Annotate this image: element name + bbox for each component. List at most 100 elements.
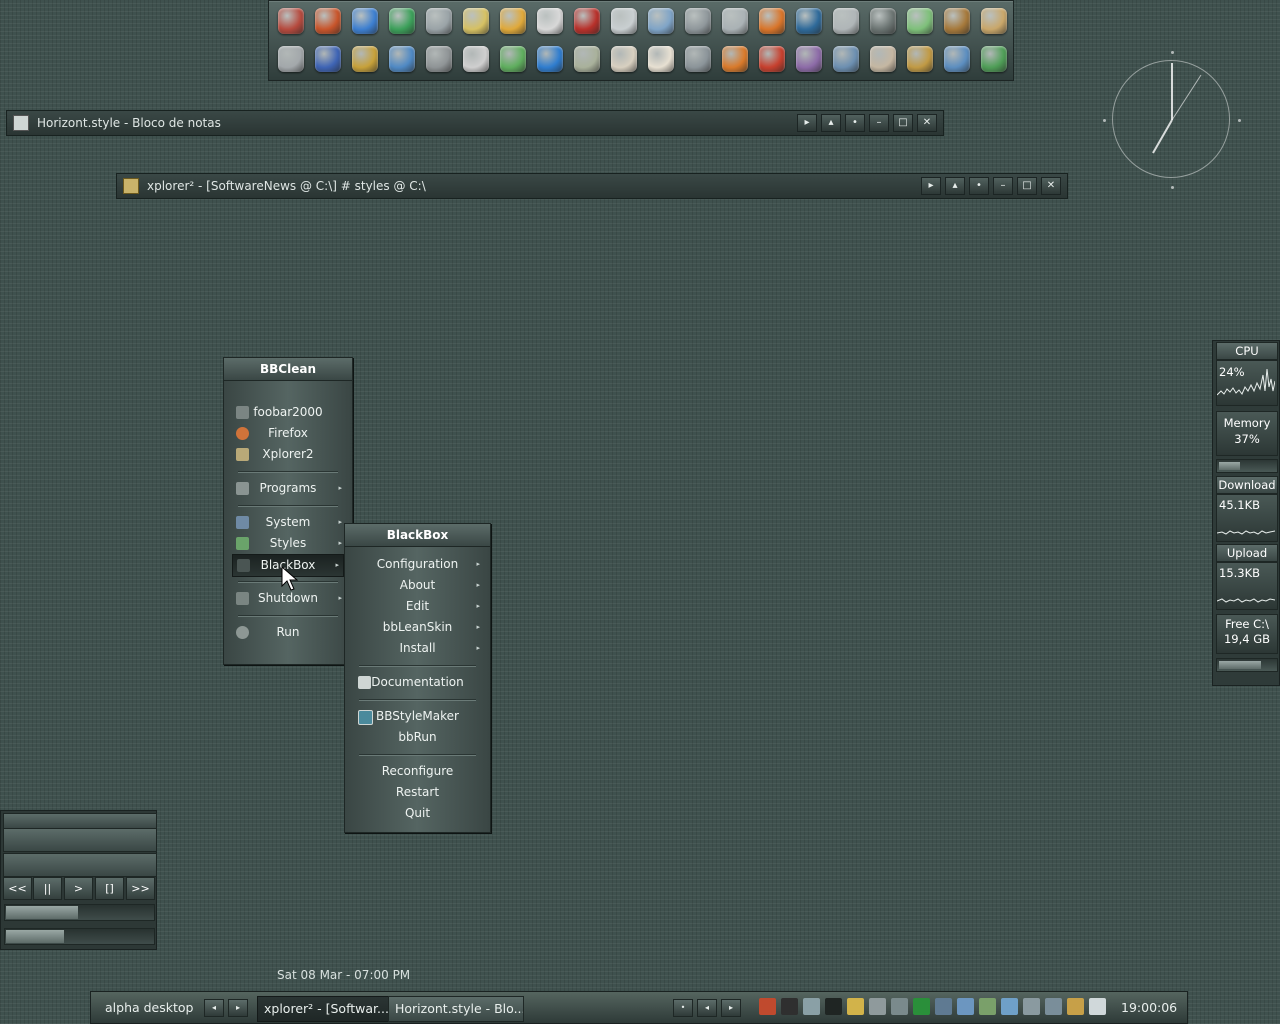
dock-bottom-app-icon-17[interactable] bbox=[865, 41, 901, 77]
task-xplorer[interactable]: xplorer² - [Softwar... bbox=[257, 996, 393, 1022]
dock-bottom-app-icon-11[interactable] bbox=[643, 41, 679, 77]
dock-bottom-app-icon-1[interactable] bbox=[273, 41, 309, 77]
minimize-button[interactable]: – bbox=[993, 177, 1013, 195]
dock-bottom-app-icon-15[interactable] bbox=[791, 41, 827, 77]
seek-slider[interactable] bbox=[4, 904, 155, 921]
dock-bottom-app-icon-14[interactable] bbox=[754, 41, 790, 77]
dock-bottom-app-icon-3[interactable] bbox=[347, 41, 383, 77]
pause-button[interactable]: || bbox=[33, 877, 62, 900]
dock-bottom-app-icon-4[interactable] bbox=[384, 41, 420, 77]
menu-item-xplorer2[interactable]: Xplorer2 bbox=[224, 444, 352, 465]
pin-button[interactable]: • bbox=[845, 114, 865, 132]
menu-item-about[interactable]: About ▸ bbox=[345, 575, 490, 596]
menu-item-install[interactable]: Install ▸ bbox=[345, 638, 490, 659]
dock-bottom-app-icon-5[interactable] bbox=[421, 41, 457, 77]
dock-top-app-icon-19[interactable] bbox=[939, 3, 975, 39]
menu-item-system[interactable]: System ▸ bbox=[224, 512, 352, 533]
menu-item-bbrun[interactable]: bbRun bbox=[345, 727, 490, 748]
dock-top-app-icon-20[interactable] bbox=[976, 3, 1012, 39]
dock-top-app-icon-10[interactable] bbox=[606, 3, 642, 39]
next-button[interactable]: ▸ bbox=[797, 114, 817, 132]
tray-icon-6[interactable] bbox=[869, 998, 886, 1015]
menu-item-configuration[interactable]: Configuration ▸ bbox=[345, 554, 490, 575]
tray-icon-12[interactable] bbox=[1001, 998, 1018, 1015]
menu-item-edit[interactable]: Edit ▸ bbox=[345, 596, 490, 617]
dock-top-app-icon-7[interactable] bbox=[495, 3, 531, 39]
task-prev-button[interactable]: ◂ bbox=[697, 999, 717, 1017]
dock-top-app-icon-2[interactable] bbox=[310, 3, 346, 39]
menu-item-run[interactable]: Run bbox=[224, 622, 352, 643]
dock-top-app-icon-17[interactable] bbox=[865, 3, 901, 39]
tray-icon-1[interactable] bbox=[759, 998, 776, 1015]
maximize-button[interactable]: □ bbox=[893, 114, 913, 132]
task-next-button[interactable]: ▸ bbox=[721, 999, 741, 1017]
minimize-button[interactable]: – bbox=[869, 114, 889, 132]
dock-bottom-app-icon-12[interactable] bbox=[680, 41, 716, 77]
notepad-window-titlebar[interactable]: Horizont.style - Bloco de notas ▸ ▴ • – … bbox=[6, 110, 944, 136]
tray-icon-15[interactable] bbox=[1067, 998, 1084, 1015]
workspace-label[interactable]: alpha desktop bbox=[105, 996, 205, 1020]
dock-bottom-app-icon-20[interactable] bbox=[976, 41, 1012, 77]
xplorer-window-titlebar[interactable]: xplorer² - [SoftwareNews @ C:\] # styles… bbox=[116, 173, 1068, 199]
menu-item-styles[interactable]: Styles ▸ bbox=[224, 533, 352, 554]
up-button[interactable]: ▴ bbox=[945, 177, 965, 195]
dock-bottom-app-icon-6[interactable] bbox=[458, 41, 494, 77]
workspace-next-button[interactable]: ▸ bbox=[228, 999, 248, 1017]
up-button[interactable]: ▴ bbox=[821, 114, 841, 132]
menu-item-quit[interactable]: Quit bbox=[345, 803, 490, 824]
next-track-button[interactable]: >> bbox=[126, 877, 155, 900]
dock-top-app-icon-12[interactable] bbox=[680, 3, 716, 39]
tray-icon-10[interactable] bbox=[957, 998, 974, 1015]
menu-item-bbleanskin[interactable]: bbLeanSkin ▸ bbox=[345, 617, 490, 638]
dock-top-app-icon-18[interactable] bbox=[902, 3, 938, 39]
dock-top-app-icon-14[interactable] bbox=[754, 3, 790, 39]
dock-bottom-app-icon-7[interactable] bbox=[495, 41, 531, 77]
workspace-prev-button[interactable]: ◂ bbox=[204, 999, 224, 1017]
pin-button[interactable]: • bbox=[969, 177, 989, 195]
dock-bottom-app-icon-16[interactable] bbox=[828, 41, 864, 77]
task-notepad[interactable]: Horizont.style - Blo... bbox=[388, 996, 524, 1022]
dock-top-app-icon-11[interactable] bbox=[643, 3, 679, 39]
next-button[interactable]: ▸ bbox=[921, 177, 941, 195]
dock-bottom-app-icon-13[interactable] bbox=[717, 41, 753, 77]
dock-top-app-icon-3[interactable] bbox=[347, 3, 383, 39]
close-button[interactable]: ✕ bbox=[917, 114, 937, 132]
dock-top-app-icon-1[interactable] bbox=[273, 3, 309, 39]
tray-icon-11[interactable] bbox=[979, 998, 996, 1015]
play-button[interactable]: > bbox=[64, 877, 93, 900]
tray-icon-3[interactable] bbox=[803, 998, 820, 1015]
volume-slider[interactable] bbox=[4, 928, 155, 945]
dock-top-app-icon-5[interactable] bbox=[421, 3, 457, 39]
dock-bottom-app-icon-10[interactable] bbox=[606, 41, 642, 77]
tray-icon-5[interactable] bbox=[847, 998, 864, 1015]
dock-top-app-icon-16[interactable] bbox=[828, 3, 864, 39]
tray-icon-16[interactable] bbox=[1089, 998, 1106, 1015]
tray-icon-13[interactable] bbox=[1023, 998, 1040, 1015]
dock-top-app-icon-9[interactable] bbox=[569, 3, 605, 39]
tray-icon-8[interactable] bbox=[913, 998, 930, 1015]
menu-item-programs[interactable]: Programs ▸ bbox=[224, 478, 352, 499]
task-pin-button[interactable]: • bbox=[673, 999, 693, 1017]
tray-icon-14[interactable] bbox=[1045, 998, 1062, 1015]
menu-item-documentation[interactable]: Documentation bbox=[345, 672, 490, 693]
stop-button[interactable]: [] bbox=[95, 877, 124, 900]
dock-top-app-icon-15[interactable] bbox=[791, 3, 827, 39]
menu-item-foobar2000[interactable]: foobar2000 bbox=[224, 402, 352, 423]
dock-bottom-app-icon-19[interactable] bbox=[939, 41, 975, 77]
dock-bottom-app-icon-9[interactable] bbox=[569, 41, 605, 77]
menu-item-restart[interactable]: Restart bbox=[345, 782, 490, 803]
tray-icon-7[interactable] bbox=[891, 998, 908, 1015]
dock-top-app-icon-6[interactable] bbox=[458, 3, 494, 39]
menu-item-bbstylemaker[interactable]: BBStyleMaker bbox=[345, 706, 490, 727]
menu-item-firefox[interactable]: Firefox bbox=[224, 423, 352, 444]
previous-track-button[interactable]: << bbox=[3, 877, 32, 900]
dock-bottom-app-icon-2[interactable] bbox=[310, 41, 346, 77]
dock-bottom-app-icon-18[interactable] bbox=[902, 41, 938, 77]
menu-item-reconfigure[interactable]: Reconfigure bbox=[345, 761, 490, 782]
tray-icon-2[interactable] bbox=[781, 998, 798, 1015]
dock-top-app-icon-8[interactable] bbox=[532, 3, 568, 39]
dock-bottom-app-icon-8[interactable] bbox=[532, 41, 568, 77]
maximize-button[interactable]: □ bbox=[1017, 177, 1037, 195]
dock-top-app-icon-4[interactable] bbox=[384, 3, 420, 39]
tray-icon-4[interactable] bbox=[825, 998, 842, 1015]
